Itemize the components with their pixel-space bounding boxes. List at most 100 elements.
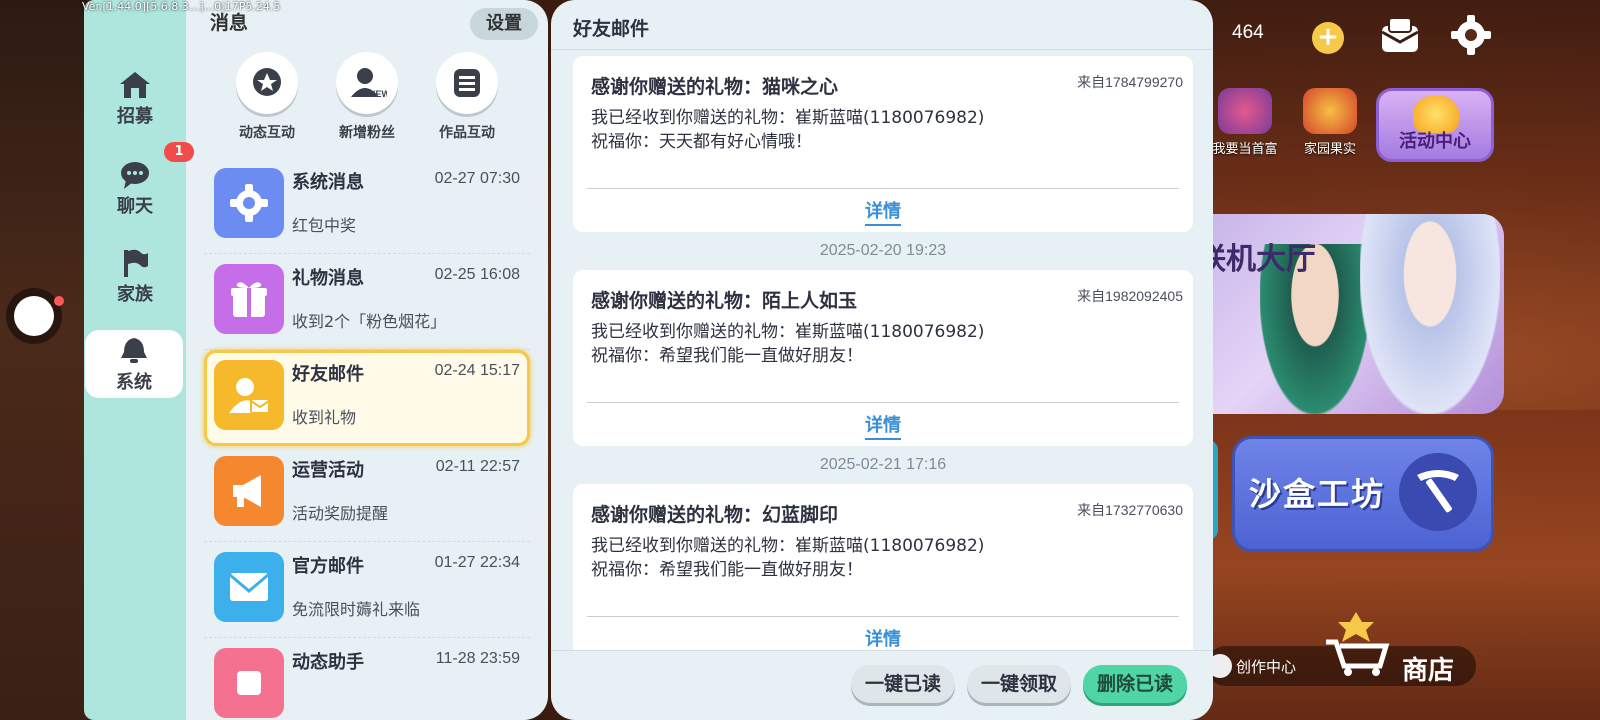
- mail-card-title: 感谢你赠送的礼物：幻蓝脚印: [591, 504, 839, 526]
- mail-footer: 一键已读 一键领取 删除已读: [551, 650, 1213, 720]
- floating-assistant-ball[interactable]: [14, 296, 54, 336]
- message-name: 好友邮件: [292, 364, 364, 385]
- message-name: 动态助手: [292, 652, 364, 673]
- event-center-button[interactable]: 活动中心: [1376, 88, 1494, 162]
- add-coins-button[interactable]: +: [1312, 22, 1344, 54]
- svg-text:NEW: NEW: [369, 89, 387, 99]
- nav-item-system[interactable]: 系统: [85, 330, 183, 398]
- mail-detail-link[interactable]: 详情: [573, 625, 1193, 650]
- star-bubble-icon: [236, 52, 298, 114]
- event-center-label: 活动中心: [1399, 131, 1471, 152]
- mail-date: 2025-02-21 17:16: [819, 456, 947, 473]
- message-list: 系统消息 02-27 07:30 红包中奖 礼物消息 02-25 16:08 收…: [204, 158, 530, 720]
- nav-label: 招募: [117, 106, 153, 127]
- quick-action-new-fans[interactable]: NEW 新增粉丝: [320, 52, 414, 142]
- list-icon: [436, 52, 498, 114]
- sandbox-workshop-label: 沙盒工坊: [1249, 475, 1386, 513]
- mail-card: 感谢你赠送的礼物：猫咪之心 来自1784799270 我已经收到你赠送的礼物：崔…: [573, 56, 1193, 232]
- nav-item-recruit[interactable]: 招募: [86, 70, 184, 140]
- home-fruit-button[interactable]: 家园果实: [1290, 88, 1370, 157]
- mail-detail-link[interactable]: 详情: [573, 411, 1193, 440]
- message-preview: 活动奖励提醒: [292, 504, 389, 523]
- new-fan-icon: NEW: [336, 52, 398, 114]
- mail-list[interactable]: 感谢你赠送的礼物：猫咪之心 来自1784799270 我已经收到你赠送的礼物：崔…: [573, 56, 1193, 650]
- divider: [587, 188, 1179, 189]
- message-row-events[interactable]: 运营活动 02-11 22:57 活动奖励提醒: [204, 446, 530, 542]
- message-preview: 免流限时薅礼来临: [292, 600, 421, 619]
- settings-gear-icon[interactable]: [1450, 14, 1492, 56]
- creation-center-bar[interactable]: 创作中心 商店: [1206, 612, 1476, 686]
- mail-card-title: 感谢你赠送的礼物：猫咪之心: [591, 76, 839, 98]
- nav-item-family[interactable]: 家族: [86, 248, 184, 318]
- message-preview: 红包中奖: [292, 216, 357, 235]
- quick-action-dynamic[interactable]: 动态互动: [220, 52, 314, 142]
- house-icon: [120, 72, 150, 98]
- chat-unread-badge: 1: [164, 142, 194, 162]
- message-list-panel: 消息 设置 动态互动 NEW 新增粉丝 作品互动 系统消息 02-27 07:3…: [186, 0, 548, 720]
- mail-card: 感谢你赠送的礼物：陌上人如玉 来自1982092405 我已经收到你赠送的礼物：…: [573, 270, 1193, 446]
- message-name: 运营活动: [292, 460, 364, 481]
- quick-action-label: 作品互动: [439, 125, 495, 141]
- message-name: 官方邮件: [292, 556, 364, 577]
- envelope-icon: [214, 552, 284, 622]
- floating-notification-dot: [54, 296, 64, 306]
- rich-mode-button[interactable]: 我要当首富: [1205, 88, 1285, 157]
- settings-button[interactable]: 设置: [470, 8, 538, 40]
- message-name: 礼物消息: [292, 268, 364, 289]
- message-preview: 收到礼物: [292, 408, 357, 427]
- divider: [587, 616, 1179, 617]
- side-navigation: 招募 聊天 家族 系统: [84, 0, 200, 720]
- sandbox-workshop-button[interactable]: 沙盒工坊: [1232, 436, 1494, 552]
- version-text: Ver.[1.44.0][5.6.8.3...]...0|17P5.24.5: [82, 0, 281, 13]
- mail-card-sender: 来自1982092405: [1077, 288, 1183, 304]
- quick-action-works[interactable]: 作品互动: [420, 52, 514, 142]
- message-name: 系统消息: [292, 172, 364, 193]
- mail-card-body: 我已经收到你赠送的礼物：崔斯蓝喵(1180076982) 祝福你：希望我们能一直…: [591, 536, 985, 580]
- message-time: 11-28 23:59: [435, 650, 520, 667]
- creation-center-label: 创作中心: [1236, 658, 1297, 676]
- mail-detail-panel: 好友邮件 感谢你赠送的礼物：猫咪之心 来自1784799270 我已经收到你赠送…: [551, 0, 1213, 720]
- home-fruit-label: 家园果实: [1303, 142, 1356, 157]
- mail-card-body: 我已经收到你赠送的礼物：崔斯蓝喵(1180076982) 祝福你：希望我们能一直…: [591, 322, 985, 366]
- message-row-official-mail[interactable]: 官方邮件 01-27 22:34 免流限时薅礼来临: [204, 542, 530, 638]
- mail-title: 好友邮件: [573, 18, 650, 40]
- mailbox-icon[interactable]: [1380, 17, 1420, 54]
- shop-label: 商店: [1402, 656, 1455, 686]
- megaphone-icon: [214, 456, 284, 526]
- mail-detail-link[interactable]: 详情: [573, 197, 1193, 226]
- nav-label: 家族: [117, 284, 153, 305]
- claim-all-button[interactable]: 一键领取: [967, 665, 1071, 703]
- shopping-cart-icon[interactable]: [1322, 612, 1392, 678]
- fruit-icon: [1303, 88, 1357, 134]
- online-lobby-banner[interactable]: 联机大厅: [1190, 214, 1504, 414]
- online-lobby-label: 联机大厅: [1196, 242, 1316, 277]
- mail-header: 好友邮件: [551, 0, 1213, 50]
- nav-item-chat[interactable]: 聊天: [86, 160, 184, 230]
- assistant-icon: [214, 648, 284, 718]
- message-row-friend-mail[interactable]: 好友邮件 02-24 15:17 收到礼物: [204, 350, 530, 446]
- mail-card-body: 我已经收到你赠送的礼物：崔斯蓝喵(1180076982) 祝福你：天天都有好心情…: [591, 108, 985, 152]
- message-row-gift[interactable]: 礼物消息 02-25 16:08 收到2个「粉色烟花」: [204, 254, 530, 350]
- gear-icon: [214, 168, 284, 238]
- divider: [587, 402, 1179, 403]
- mail-card-sender: 来自1732770630: [1077, 502, 1183, 518]
- message-row-assistant[interactable]: 动态助手 11-28 23:59: [204, 638, 530, 720]
- character-illustration: [1360, 214, 1500, 414]
- message-time: 02-25 16:08: [434, 266, 520, 283]
- mail-card: 感谢你赠送的礼物：幻蓝脚印 来自1732770630 我已经收到你赠送的礼物：崔…: [573, 484, 1193, 650]
- coin-count: 464: [1232, 22, 1264, 43]
- mark-all-read-button[interactable]: 一键已读: [851, 665, 955, 703]
- chat-bubble-icon: [121, 162, 149, 189]
- delete-read-button[interactable]: 删除已读: [1083, 665, 1187, 703]
- nav-label: 系统: [116, 372, 152, 393]
- gift-icon: [214, 264, 284, 334]
- mail-card-sender: 来自1784799270: [1077, 74, 1183, 90]
- rich-mode-icon: [1218, 88, 1272, 134]
- flag-icon: [124, 249, 148, 277]
- message-time: 02-11 22:57: [435, 458, 520, 475]
- rich-mode-label: 我要当首富: [1212, 142, 1278, 157]
- message-row-system[interactable]: 系统消息 02-27 07:30 红包中奖: [204, 158, 530, 254]
- nav-label: 聊天: [117, 196, 153, 217]
- quick-action-label: 新增粉丝: [339, 125, 395, 141]
- message-time: 02-24 15:17: [434, 362, 520, 379]
